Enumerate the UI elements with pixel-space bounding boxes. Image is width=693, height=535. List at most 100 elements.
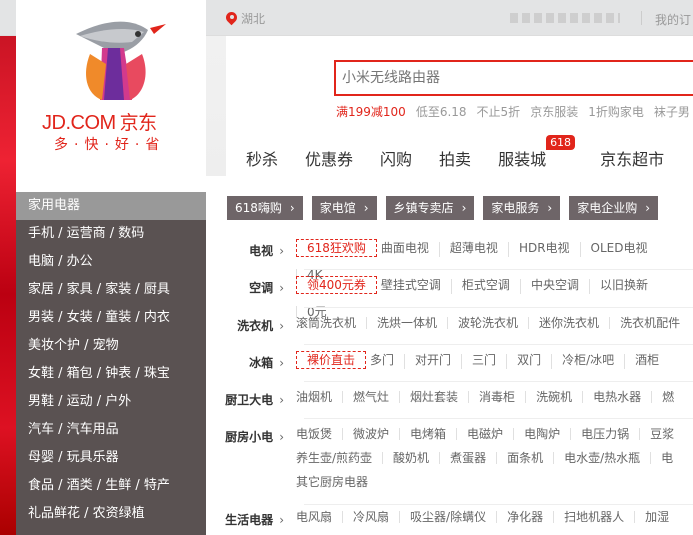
subcategory-link[interactable]: 洗烘一体机 — [366, 317, 447, 329]
subcategory-link[interactable]: 扫地机器人 — [553, 511, 634, 523]
nav-clothing-city[interactable]: 服装城 618 — [498, 135, 576, 170]
subcategory-link[interactable]: 以旧换新 — [588, 279, 658, 294]
hotword-link[interactable]: 京东服装 — [530, 103, 578, 120]
subcategory-link[interactable]: 电热水器 — [582, 391, 651, 403]
category-row-label[interactable]: 冰箱 › — [206, 354, 296, 381]
panel-tag[interactable]: 家电企业购 › — [569, 196, 659, 220]
panel-tag[interactable]: 家电馆 › — [311, 196, 377, 220]
subcategory-link[interactable]: 波轮洗衣机 — [447, 317, 528, 329]
category-panel: 618嗨购 › 家电馆 › 乡镇专卖店 › 家电服务 › 家电企业购 › 电视 › 618狂欢… — [206, 176, 693, 535]
row-divider — [304, 307, 693, 308]
category-item[interactable]: 礼品鲜花 / 农资绿植 — [16, 500, 206, 528]
subcategory-link[interactable]: 超薄电视 — [438, 242, 508, 257]
hot-search-words: 满199减100 低至6.18 不止5折 京东服装 1折购家电 袜子男 — [336, 103, 690, 120]
category-item[interactable]: 母婴 / 玩具乐器 — [16, 444, 206, 472]
category-row-label[interactable]: 厨卫大电 › — [206, 391, 296, 415]
my-order-link[interactable]: 我的订 — [655, 11, 691, 28]
subcategory-link[interactable]: 面条机 — [496, 452, 553, 464]
category-item[interactable]: 男装 / 女装 / 童装 / 内衣 — [16, 304, 206, 332]
panel-tag[interactable]: 618嗨购 › — [227, 196, 303, 220]
brand-slogan: 多·快·好·省 — [54, 137, 166, 153]
subcategory-link[interactable]: 多门 — [370, 354, 404, 369]
category-item[interactable]: 女鞋 / 箱包 / 钟表 / 珠宝 — [16, 360, 206, 388]
subcategory-link[interactable]: 养生壶/煎药壶 — [296, 452, 382, 464]
category-item[interactable]: 汽车 / 汽车用品 — [16, 416, 206, 444]
subcategory-link[interactable]: 燃 — [651, 391, 684, 403]
brand-name: JD.COM 京东 — [42, 112, 157, 134]
category-row: 冰箱 › 裸价直击 多门 对开门 三门 双门 冷柜/冰吧 酒柜 — [206, 351, 693, 381]
row-divider — [304, 269, 693, 270]
subcategory-link[interactable]: 加湿 — [634, 511, 679, 523]
nav-jd-supermarket[interactable]: 京东超市 — [600, 146, 664, 170]
location-selector[interactable]: 湖北 — [226, 10, 265, 27]
category-item[interactable]: 男鞋 / 运动 / 户外 — [16, 388, 206, 416]
subcategory-link[interactable]: 曲面电视 — [381, 242, 439, 257]
row-divider — [304, 504, 693, 505]
nav-auction[interactable]: 拍卖 — [439, 146, 471, 170]
subcategory-link[interactable]: OLED电视 — [579, 242, 658, 257]
subcategory-link[interactable]: 迷你洗衣机 — [528, 317, 609, 329]
subcategory-link[interactable]: 消毒柜 — [468, 391, 525, 403]
category-row: 厨卫大电 › 油烟机 燃气灶 烟灶套装 消毒柜 洗碗机 电热水器燃 — [206, 391, 693, 415]
category-row-label[interactable]: 生活电器 › — [206, 511, 296, 535]
subcategory-link[interactable]: 净化器 — [496, 511, 553, 523]
chevron-right-icon: › — [279, 430, 284, 444]
category-item[interactable]: 食品 / 酒类 / 生鲜 / 特产 — [16, 472, 206, 500]
subcategory-link[interactable]: 油烟机 — [296, 391, 342, 403]
subcategory-link[interactable]: 其它厨房电器 — [296, 476, 378, 488]
subcategory-link[interactable]: 冷柜/冰吧 — [551, 354, 624, 369]
hotword-link[interactable]: 1折购家电 — [588, 103, 644, 120]
hotword-link[interactable]: 满199减100 — [336, 103, 406, 120]
subcategory-link[interactable]: 酸奶机 — [382, 452, 439, 464]
jd-logo[interactable]: JD.COM 京东 多·快·好·省 — [16, 0, 206, 176]
category-item[interactable]: 电脑 / 办公 — [16, 248, 206, 276]
search-input[interactable] — [336, 62, 693, 94]
category-item[interactable]: 家用电器 — [16, 192, 206, 220]
hotword-link[interactable]: 低至6.18 — [416, 103, 467, 120]
hotword-link[interactable]: 袜子男 — [654, 103, 690, 120]
subcategory-link[interactable]: 煮蛋器 — [439, 452, 496, 464]
subcategory-link[interactable]: 中央空调 — [519, 279, 589, 294]
nav-flash-sale[interactable]: 闪购 — [380, 146, 412, 170]
category-item[interactable]: 家居 / 家具 / 家装 / 厨具 — [16, 276, 206, 304]
panel-tag[interactable]: 家电服务 › — [483, 196, 561, 220]
hotword-link[interactable]: 不止5折 — [477, 103, 521, 120]
subcategory-link[interactable]: 三门 — [461, 354, 506, 369]
subcategory-link[interactable]: 吸尘器/除螨仪 — [399, 511, 496, 523]
subcategory-link[interactable]: 微波炉 — [342, 428, 399, 440]
nav-seckill[interactable]: 秒杀 — [246, 146, 278, 170]
category-item[interactable]: 美妆个护 / 宠物 — [16, 332, 206, 360]
category-item[interactable]: 手机 / 运营商 / 数码 — [16, 220, 206, 248]
subcategory-link[interactable]: 电水壶/热水瓶 — [553, 452, 650, 464]
subcategory-link[interactable]: 电饭煲 — [296, 428, 342, 440]
subcategory-link[interactable]: 电压力锅 — [570, 428, 639, 440]
category-row-label[interactable]: 厨房小电 › — [206, 428, 296, 500]
subcategory-link[interactable]: 烟灶套装 — [399, 391, 468, 403]
row-divider — [304, 344, 693, 345]
subcategory-link[interactable]: 壁挂式空调 — [381, 279, 451, 294]
subcategory-link[interactable]: 电烤箱 — [399, 428, 456, 440]
chevron-right-icon: › — [279, 319, 284, 333]
subcategory-link[interactable]: 电磁炉 — [456, 428, 513, 440]
subcategory-link[interactable]: 柜式空调 — [450, 279, 520, 294]
subcategory-link[interactable]: 电风扇 — [296, 511, 342, 523]
category-row-label[interactable]: 洗衣机 › — [206, 317, 296, 341]
subcategory-link[interactable]: 双门 — [506, 354, 551, 369]
nav-coupons[interactable]: 优惠券 — [305, 146, 353, 170]
subcategory-link[interactable]: 冷风扇 — [342, 511, 399, 523]
subcategory-link[interactable]: 洗碗机 — [525, 391, 582, 403]
subcategory-link[interactable]: HDR电视 — [507, 242, 580, 257]
subcategory-link[interactable]: 洗衣机配件 — [609, 317, 690, 329]
promo-badge[interactable]: 领400元券 — [296, 276, 377, 294]
subcategory-link[interactable]: 滚筒洗衣机 — [296, 317, 366, 329]
chevron-right-icon: › — [461, 201, 467, 215]
subcategory-link[interactable]: 豆浆 — [639, 428, 684, 440]
subcategory-link[interactable]: 对开门 — [404, 354, 461, 369]
subcategory-link[interactable]: 电 — [650, 452, 683, 464]
subcategory-link[interactable]: 酒柜 — [624, 354, 669, 369]
promo-badge[interactable]: 618狂欢购 — [296, 239, 377, 257]
subcategory-link[interactable]: 电陶炉 — [513, 428, 570, 440]
promo-badge[interactable]: 裸价直击 — [296, 351, 367, 369]
subcategory-link[interactable]: 燃气灶 — [342, 391, 399, 403]
panel-tag[interactable]: 乡镇专卖店 › — [385, 196, 475, 220]
